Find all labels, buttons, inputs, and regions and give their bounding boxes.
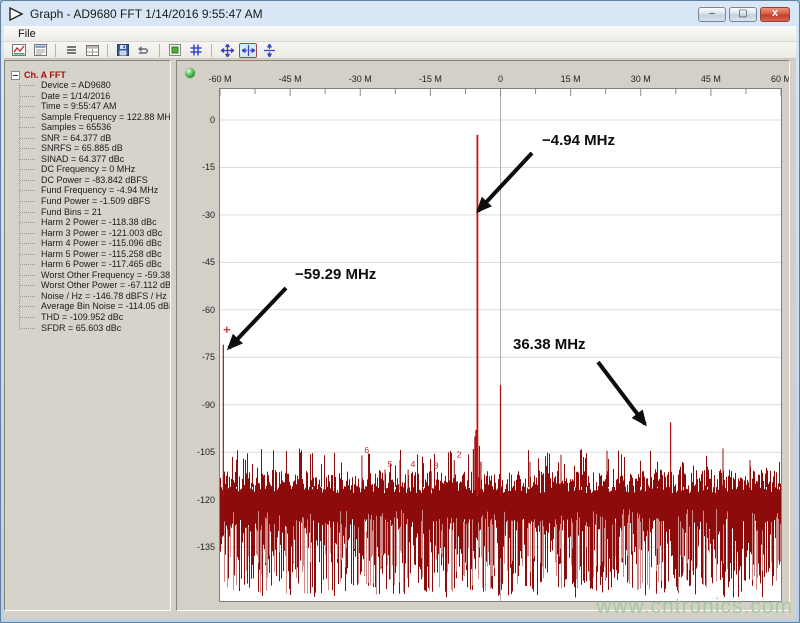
worst-other-plus-marker bbox=[224, 327, 230, 333]
list-icon[interactable] bbox=[62, 43, 80, 58]
zoom-vertical-icon[interactable] bbox=[260, 43, 278, 58]
harmonic-number-label: 4 bbox=[411, 459, 416, 469]
toolbar-separator bbox=[159, 44, 160, 57]
tree-item[interactable]: THD = -109.952 dBc bbox=[5, 312, 170, 323]
annotation-icon[interactable] bbox=[166, 43, 184, 58]
tree-item-list: Device = AD9680Date = 1/14/2016Time = 9:… bbox=[5, 80, 170, 333]
annotation-fundamental: −4.94 MHz bbox=[542, 132, 615, 149]
tree-item[interactable]: Noise / Hz = -146.78 dBFS / Hz bbox=[5, 291, 170, 302]
tree-collapse-toggle[interactable] bbox=[11, 71, 20, 80]
harmonic-number-label: 5 bbox=[388, 459, 393, 469]
tree-item[interactable]: DC Power = -83.842 dBFS bbox=[5, 175, 170, 186]
close-button[interactable]: x bbox=[760, 7, 790, 22]
app-play-triangle-icon bbox=[8, 7, 24, 21]
toolbar-separator bbox=[55, 44, 56, 57]
report-icon[interactable] bbox=[31, 43, 49, 58]
window-title: Graph - AD9680 FFT 1/14/2016 9:55:47 AM bbox=[30, 7, 263, 21]
y-axis-label: -90 bbox=[177, 400, 215, 410]
tree-item[interactable]: SINAD = 64.377 dBc bbox=[5, 154, 170, 165]
tree-item[interactable]: Time = 9:55:47 AM bbox=[5, 101, 170, 112]
annotation-spur: 36.38 MHz bbox=[513, 336, 586, 353]
window-controls: – ▢ x bbox=[698, 7, 790, 22]
x-axis-ticks bbox=[220, 89, 781, 96]
tree-item[interactable]: SFDR = 65.603 dBc bbox=[5, 323, 170, 334]
tree-item[interactable]: Average Bin Noise = -114.05 dBFS bbox=[5, 301, 170, 312]
plot-area[interactable]: 2 3 4 5 6 bbox=[219, 88, 782, 602]
tree-item[interactable]: Harm 3 Power = -121.003 dBc bbox=[5, 228, 170, 239]
y-axis-label: -30 bbox=[177, 210, 215, 220]
results-tree-panel[interactable]: Ch. A FFT Device = AD9680Date = 1/14/201… bbox=[4, 60, 171, 611]
y-axis-label: -75 bbox=[177, 352, 215, 362]
annotation-worst-other: −59.29 MHz bbox=[295, 266, 376, 283]
client-area: File bbox=[4, 26, 796, 619]
harmonic-number-label: 2 bbox=[457, 450, 462, 460]
grid-toggle-icon[interactable] bbox=[187, 43, 205, 58]
y-axis-label: -45 bbox=[177, 257, 215, 267]
watermark: www.cntronics.com bbox=[596, 595, 793, 619]
x-axis-label: -60 M bbox=[198, 74, 242, 84]
tree-item[interactable]: Device = AD9680 bbox=[5, 80, 170, 91]
tree-item[interactable]: Fund Bins = 21 bbox=[5, 207, 170, 218]
menu-item-file[interactable]: File bbox=[13, 28, 41, 40]
plot-image-icon[interactable] bbox=[10, 43, 28, 58]
y-axis-label: -60 bbox=[177, 305, 215, 315]
zoom-horizontal-icon[interactable] bbox=[239, 43, 257, 58]
x-axis-label: -45 M bbox=[268, 74, 312, 84]
tree-item[interactable]: SNR = 64.377 dB bbox=[5, 133, 170, 144]
data-grid-icon[interactable] bbox=[83, 43, 101, 58]
tree-item[interactable]: Fund Frequency = -4.94 MHz bbox=[5, 185, 170, 196]
toolbar-separator bbox=[107, 44, 108, 57]
save-icon[interactable] bbox=[114, 43, 132, 58]
zoom-fit-icon[interactable] bbox=[218, 43, 236, 58]
menubar: File bbox=[4, 26, 796, 42]
tree-item[interactable]: DC Frequency = 0 MHz bbox=[5, 164, 170, 175]
x-axis-label: 15 M bbox=[549, 74, 593, 84]
tree-item[interactable]: Worst Other Power = -67.112 dBFS bbox=[5, 280, 170, 291]
harmonic-number-label: 6 bbox=[364, 445, 369, 455]
tree-item[interactable]: Date = 1/14/2016 bbox=[5, 91, 170, 102]
tree-item[interactable]: Sample Frequency = 122.88 MHz bbox=[5, 112, 170, 123]
annotation-arrows bbox=[229, 153, 645, 424]
status-led-icon bbox=[185, 68, 195, 78]
application-window: Graph - AD9680 FFT 1/14/2016 9:55:47 AM … bbox=[0, 0, 800, 623]
x-axis-label: 45 M bbox=[689, 74, 733, 84]
tree-root-label[interactable]: Ch. A FFT bbox=[24, 70, 66, 80]
x-axis-label: -15 M bbox=[408, 74, 452, 84]
tree-item[interactable]: Samples = 65536 bbox=[5, 122, 170, 133]
toolbar bbox=[4, 42, 796, 59]
y-axis-label: -105 bbox=[177, 447, 215, 457]
toolbar-separator bbox=[211, 44, 212, 57]
harmonic-number-label: 3 bbox=[434, 461, 439, 471]
y-axis-label: 0 bbox=[177, 115, 215, 125]
tree-item[interactable]: Harm 6 Power = -117.465 dBc bbox=[5, 259, 170, 270]
tree-item[interactable]: Harm 4 Power = -115.096 dBc bbox=[5, 238, 170, 249]
y-axis-label: -15 bbox=[177, 162, 215, 172]
x-axis-label: 60 M bbox=[759, 74, 790, 84]
tree-item[interactable]: Fund Power = -1.509 dBFS bbox=[5, 196, 170, 207]
tree-item[interactable]: Harm 2 Power = -118.38 dBc bbox=[5, 217, 170, 228]
fft-plot: 2 3 4 5 6 bbox=[220, 89, 781, 601]
y-axis-label: -135 bbox=[177, 542, 215, 552]
x-axis-label: 0 bbox=[479, 74, 523, 84]
chart-panel: -60 M -45 M -30 M -15 M 0 15 M 30 M 45 M 60 M 0 -… bbox=[176, 60, 790, 611]
x-axis-label: -30 M bbox=[338, 74, 382, 84]
titlebar[interactable]: Graph - AD9680 FFT 1/14/2016 9:55:47 AM … bbox=[4, 1, 796, 26]
y-axis-label: -120 bbox=[177, 495, 215, 505]
export-icon[interactable] bbox=[135, 43, 153, 58]
minimize-button[interactable]: – bbox=[698, 7, 726, 22]
tree-item[interactable]: Harm 5 Power = -115.258 dBc bbox=[5, 249, 170, 260]
x-axis-label: 30 M bbox=[619, 74, 663, 84]
tree-item[interactable]: Worst Other Frequency = -59.38 MHz bbox=[5, 270, 170, 281]
maximize-button[interactable]: ▢ bbox=[729, 7, 757, 22]
main-area: Ch. A FFT Device = AD9680Date = 1/14/201… bbox=[4, 59, 796, 619]
tree-item[interactable]: SNRFS = 65.885 dB bbox=[5, 143, 170, 154]
